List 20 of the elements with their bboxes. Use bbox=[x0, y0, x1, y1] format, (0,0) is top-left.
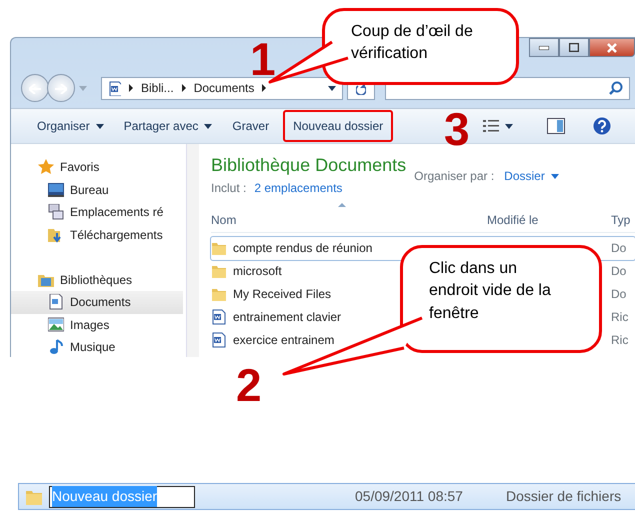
callout-text: Coup de d’œil de vérification bbox=[351, 22, 474, 64]
arrange-by-label: Organiser par : bbox=[414, 168, 494, 185]
file-name: entrainement clavier bbox=[233, 308, 342, 326]
includes-label: Inclut : bbox=[211, 180, 246, 197]
library-title: Bibliothèque Documents bbox=[211, 154, 406, 177]
file-name: compte rendus de réunion bbox=[233, 240, 372, 258]
callout-text: Clic dans un endroit vide de la fenêtre bbox=[429, 259, 552, 324]
file-type: Do bbox=[611, 263, 628, 280]
file-name: My Received Files bbox=[233, 286, 332, 303]
step-number: 2 bbox=[236, 366, 262, 406]
step-number: 3 bbox=[444, 110, 470, 150]
modified-date: 05/09/2011 08:57 bbox=[355, 487, 463, 506]
file-name: exercice entrainem bbox=[233, 332, 334, 349]
file-name: microsoft bbox=[233, 263, 282, 280]
file-type: Ric bbox=[611, 332, 630, 349]
file-type: Do bbox=[611, 240, 628, 258]
file-type: Ric bbox=[611, 308, 630, 326]
file-type: Do bbox=[611, 286, 628, 303]
file-type: Dossier de fichiers bbox=[506, 487, 622, 506]
step-number: 1 bbox=[250, 40, 276, 80]
